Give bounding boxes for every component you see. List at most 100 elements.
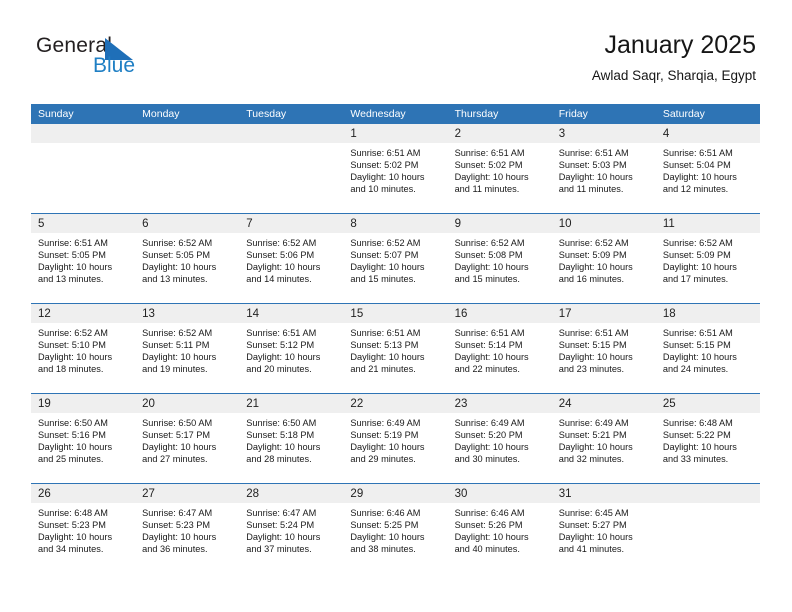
day-details: Sunrise: 6:51 AM Sunset: 5:15 PM Dayligh…: [656, 323, 760, 375]
daylight-text-line2: and 36 minutes.: [142, 544, 208, 555]
sunrise-text: Sunrise: 6:52 AM: [350, 238, 421, 248]
sunrise-text: Sunrise: 6:51 AM: [350, 328, 421, 338]
sunset-text: Sunset: 5:12 PM: [246, 340, 315, 351]
day-cell-15[interactable]: 15 Sunrise: 6:51 AM Sunset: 5:13 PM Dayl…: [343, 304, 448, 393]
day-number: 15: [350, 308, 364, 320]
daylight-text-line1: Daylight: 10 hours: [454, 352, 529, 363]
day-details: Sunrise: 6:49 AM Sunset: 5:20 PM Dayligh…: [448, 413, 552, 465]
daylight-text-line2: and 19 minutes.: [142, 364, 208, 375]
day-cell-30[interactable]: 30 Sunrise: 6:46 AM Sunset: 5:26 PM Dayl…: [447, 484, 552, 573]
daylight-text-line1: Daylight: 10 hours: [662, 172, 737, 183]
daylight-text-line2: and 29 minutes.: [350, 454, 416, 465]
day-cell-13[interactable]: 13 Sunrise: 6:52 AM Sunset: 5:11 PM Dayl…: [135, 304, 240, 393]
daylight-text-line2: and 12 minutes.: [662, 184, 729, 195]
weekday-sunday: Sunday: [38, 108, 74, 120]
day-cell-31[interactable]: 31 Sunrise: 6:45 AM Sunset: 5:27 PM Dayl…: [551, 484, 656, 573]
day-cell-16[interactable]: 16 Sunrise: 6:51 AM Sunset: 5:14 PM Dayl…: [447, 304, 552, 393]
day-cell-10[interactable]: 10 Sunrise: 6:52 AM Sunset: 5:09 PM Dayl…: [551, 214, 656, 303]
day-details: Sunrise: 6:52 AM Sunset: 5:09 PM Dayligh…: [552, 233, 656, 285]
day-cell-2[interactable]: 2 Sunrise: 6:51 AM Sunset: 5:02 PM Dayli…: [447, 124, 552, 213]
day-number-band: 8: [343, 214, 448, 233]
day-details: Sunrise: 6:52 AM Sunset: 5:05 PM Dayligh…: [135, 233, 239, 285]
day-cell-27[interactable]: 27 Sunrise: 6:47 AM Sunset: 5:23 PM Dayl…: [135, 484, 240, 573]
day-cell-23[interactable]: 23 Sunrise: 6:49 AM Sunset: 5:20 PM Dayl…: [447, 394, 552, 483]
daylight-text-line1: Daylight: 10 hours: [558, 532, 633, 543]
day-cell-25[interactable]: 25 Sunrise: 6:48 AM Sunset: 5:22 PM Dayl…: [655, 394, 760, 483]
sunrise-text: Sunrise: 6:47 AM: [142, 508, 213, 518]
daylight-text-line1: Daylight: 10 hours: [142, 532, 217, 543]
daylight-text-line1: Daylight: 10 hours: [350, 442, 425, 453]
day-cell-21[interactable]: 21 Sunrise: 6:50 AM Sunset: 5:18 PM Dayl…: [239, 394, 344, 483]
day-number: 17: [558, 308, 572, 320]
daylight-text-line2: and 24 minutes.: [662, 364, 729, 375]
day-cell-3[interactable]: 3 Sunrise: 6:51 AM Sunset: 5:03 PM Dayli…: [551, 124, 656, 213]
weekday-thursday: Thursday: [454, 108, 499, 120]
day-cell-24[interactable]: 24 Sunrise: 6:49 AM Sunset: 5:21 PM Dayl…: [551, 394, 656, 483]
sunset-text: Sunset: 5:02 PM: [454, 160, 523, 171]
day-details: Sunrise: 6:52 AM Sunset: 5:09 PM Dayligh…: [656, 233, 760, 285]
daylight-text-line2: and 14 minutes.: [246, 274, 312, 285]
week-row-3: 12 Sunrise: 6:52 AM Sunset: 5:10 PM Dayl…: [31, 303, 760, 393]
daylight-text-line1: Daylight: 10 hours: [558, 172, 633, 183]
day-cell-9[interactable]: 9 Sunrise: 6:52 AM Sunset: 5:08 PM Dayli…: [447, 214, 552, 303]
day-cell-22[interactable]: 22 Sunrise: 6:49 AM Sunset: 5:19 PM Dayl…: [343, 394, 448, 483]
sunrise-text: Sunrise: 6:51 AM: [38, 238, 108, 248]
sunset-text: Sunset: 5:05 PM: [142, 250, 211, 261]
daylight-text-line1: Daylight: 10 hours: [142, 262, 217, 273]
day-cell-28[interactable]: 28 Sunrise: 6:47 AM Sunset: 5:24 PM Dayl…: [239, 484, 344, 573]
day-details: Sunrise: 6:51 AM Sunset: 5:04 PM Dayligh…: [656, 143, 760, 195]
day-cell-11[interactable]: 11 Sunrise: 6:52 AM Sunset: 5:09 PM Dayl…: [655, 214, 760, 303]
day-number-band: 7: [239, 214, 344, 233]
day-cell-29[interactable]: 29 Sunrise: 6:46 AM Sunset: 5:25 PM Dayl…: [343, 484, 448, 573]
day-number: 27: [142, 488, 155, 500]
daylight-text-line1: Daylight: 10 hours: [142, 352, 217, 363]
day-details: Sunrise: 6:46 AM Sunset: 5:25 PM Dayligh…: [343, 503, 447, 555]
day-cell-4[interactable]: 4 Sunrise: 6:51 AM Sunset: 5:04 PM Dayli…: [655, 124, 760, 213]
day-cell-5[interactable]: 5 Sunrise: 6:51 AM Sunset: 5:05 PM Dayli…: [31, 214, 136, 303]
day-number: 6: [142, 218, 149, 230]
day-details: Sunrise: 6:51 AM Sunset: 5:05 PM Dayligh…: [31, 233, 135, 285]
day-cell-17[interactable]: 17 Sunrise: 6:51 AM Sunset: 5:15 PM Dayl…: [551, 304, 656, 393]
sunrise-text: Sunrise: 6:51 AM: [558, 328, 629, 338]
sunset-text: Sunset: 5:16 PM: [38, 430, 106, 441]
page-title: January 2025: [604, 31, 756, 59]
sunrise-text: Sunrise: 6:46 AM: [350, 508, 421, 518]
day-number: 20: [142, 398, 155, 410]
day-number-band: 3: [551, 124, 656, 143]
sunrise-text: Sunrise: 6:47 AM: [246, 508, 317, 518]
day-number: 5: [38, 218, 45, 230]
sunset-text: Sunset: 5:11 PM: [142, 340, 210, 351]
daylight-text-line1: Daylight: 10 hours: [246, 262, 321, 273]
day-cell-14[interactable]: 14 Sunrise: 6:51 AM Sunset: 5:12 PM Dayl…: [239, 304, 344, 393]
general-blue-logo[interactable]: General Blue: [36, 34, 216, 88]
sunset-text: Sunset: 5:25 PM: [350, 520, 419, 531]
sunrise-text: Sunrise: 6:52 AM: [662, 238, 733, 248]
day-number: 1: [350, 128, 357, 140]
day-details: Sunrise: 6:48 AM Sunset: 5:22 PM Dayligh…: [656, 413, 760, 465]
daylight-text-line2: and 27 minutes.: [142, 454, 208, 465]
day-cell-18[interactable]: 18 Sunrise: 6:51 AM Sunset: 5:15 PM Dayl…: [655, 304, 760, 393]
day-number-band: 14: [239, 304, 344, 323]
day-cell-19[interactable]: 19 Sunrise: 6:50 AM Sunset: 5:16 PM Dayl…: [31, 394, 136, 483]
daylight-text-line1: Daylight: 10 hours: [38, 442, 113, 453]
day-cell-7[interactable]: 7 Sunrise: 6:52 AM Sunset: 5:06 PM Dayli…: [239, 214, 344, 303]
day-details: Sunrise: 6:49 AM Sunset: 5:19 PM Dayligh…: [343, 413, 447, 465]
sunrise-text: Sunrise: 6:52 AM: [454, 238, 525, 248]
sunset-text: Sunset: 5:20 PM: [454, 430, 523, 441]
day-cell-empty: [239, 124, 344, 213]
daylight-text-line1: Daylight: 10 hours: [454, 172, 529, 183]
weekday-tuesday: Tuesday: [246, 108, 287, 120]
day-cell-8[interactable]: 8 Sunrise: 6:52 AM Sunset: 5:07 PM Dayli…: [343, 214, 448, 303]
daylight-text-line2: and 17 minutes.: [662, 274, 729, 285]
day-cell-1[interactable]: 1 Sunrise: 6:51 AM Sunset: 5:02 PM Dayli…: [343, 124, 448, 213]
daylight-text-line1: Daylight: 10 hours: [350, 352, 425, 363]
day-number-band: 26: [31, 484, 136, 503]
day-cell-26[interactable]: 26 Sunrise: 6:48 AM Sunset: 5:23 PM Dayl…: [31, 484, 136, 573]
daylight-text-line1: Daylight: 10 hours: [246, 442, 321, 453]
day-cell-6[interactable]: 6 Sunrise: 6:52 AM Sunset: 5:05 PM Dayli…: [135, 214, 240, 303]
day-cell-12[interactable]: 12 Sunrise: 6:52 AM Sunset: 5:10 PM Dayl…: [31, 304, 136, 393]
sunset-text: Sunset: 5:19 PM: [350, 430, 419, 441]
sunrise-text: Sunrise: 6:51 AM: [246, 328, 317, 338]
sunset-text: Sunset: 5:14 PM: [454, 340, 523, 351]
day-cell-20[interactable]: 20 Sunrise: 6:50 AM Sunset: 5:17 PM Dayl…: [135, 394, 240, 483]
